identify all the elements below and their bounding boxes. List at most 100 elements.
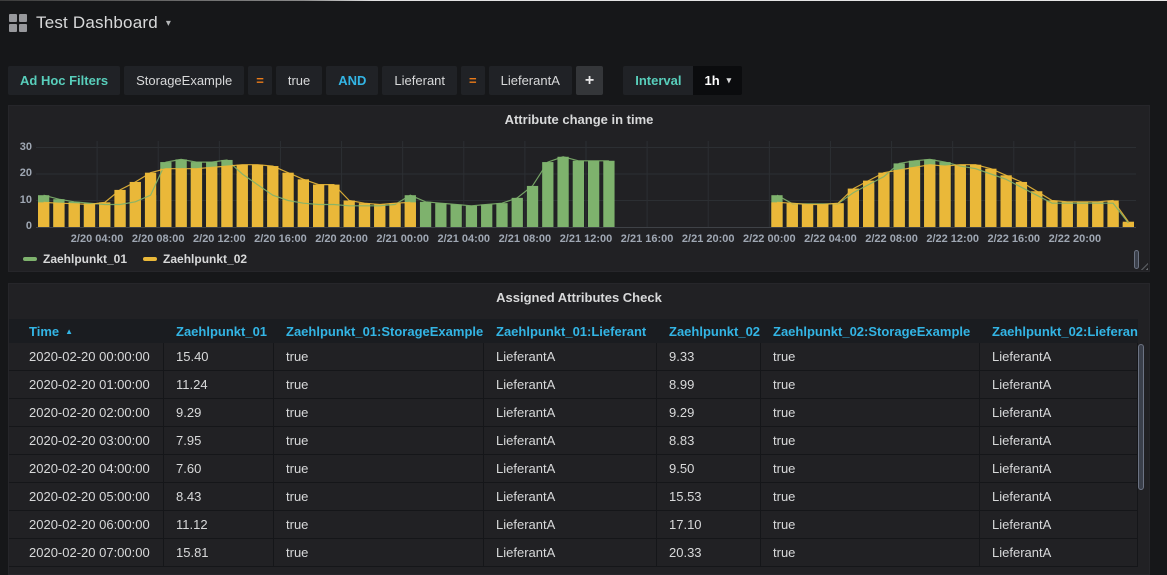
table-cell: true — [761, 371, 980, 398]
table-cell: 2020-02-20 01:00:00 — [9, 371, 164, 398]
table-cell: true — [761, 427, 980, 454]
table-cell: 8.99 — [657, 371, 761, 398]
table-cell: LieferantA — [980, 343, 1138, 370]
table-row: 2020-02-20 04:00:007.60trueLieferantA9.5… — [9, 455, 1138, 483]
table-cell: LieferantA — [980, 399, 1138, 426]
table-cell: LieferantA — [484, 483, 657, 510]
table-cell: 8.43 — [164, 483, 274, 510]
table-cell: LieferantA — [484, 427, 657, 454]
table-cell: 7.95 — [164, 427, 274, 454]
table-header-cell[interactable]: Zaehlpunkt_02:Lieferant — [980, 319, 1138, 343]
table-header-cell[interactable]: Zaehlpunkt_02 — [657, 319, 761, 343]
table-cell: true — [761, 343, 980, 370]
table-header-cell[interactable]: Zaehlpunkt_01:Lieferant — [484, 319, 657, 343]
add-filter-button[interactable]: + — [576, 66, 603, 95]
table-cell: true — [274, 399, 484, 426]
legend-label: Zaehlpunkt_02 — [163, 252, 247, 266]
table-cell: true — [761, 399, 980, 426]
filter-chip[interactable]: = — [248, 66, 272, 95]
table-cell: 2020-02-20 06:00:00 — [9, 511, 164, 538]
y-tick-label: 20 — [9, 167, 32, 179]
y-tick-label: 10 — [9, 194, 32, 206]
table-cell: true — [274, 427, 484, 454]
table-row: 2020-02-20 00:00:0015.40trueLieferantA9.… — [9, 343, 1138, 371]
y-tick-label: 30 — [9, 141, 32, 153]
column-label: Zaehlpunkt_01:Lieferant — [496, 324, 646, 339]
panel-resize-handle[interactable] — [1139, 261, 1148, 270]
chart-plot[interactable] — [36, 139, 1136, 231]
chart-panel: Attribute change in time 0102030 2/20 04… — [8, 105, 1150, 272]
table-row: 2020-02-20 02:00:009.29trueLieferantA9.2… — [9, 399, 1138, 427]
table-cell: 15.40 — [164, 343, 274, 370]
table-cell: true — [761, 511, 980, 538]
chart-panel-title[interactable]: Attribute change in time — [9, 112, 1149, 127]
table-cell: LieferantA — [980, 511, 1138, 538]
filter-row: Ad Hoc Filters StorageExample=trueANDLie… — [8, 66, 742, 95]
chart-legend: Zaehlpunkt_01 Zaehlpunkt_02 — [23, 252, 247, 266]
filter-chips: StorageExample=trueANDLieferant=Lieferan… — [124, 66, 576, 95]
table-cell: 2020-02-20 05:00:00 — [9, 483, 164, 510]
table-cell: true — [761, 483, 980, 510]
table-cell: 2020-02-20 07:00:00 — [9, 539, 164, 566]
table-row: 2020-02-20 06:00:0011.12trueLieferantA17… — [9, 511, 1138, 539]
table-cell: LieferantA — [980, 539, 1138, 566]
filter-chip[interactable]: Lieferant — [382, 66, 457, 95]
table-cell: true — [761, 539, 980, 566]
table-cell: 8.83 — [657, 427, 761, 454]
table-panel: Assigned Attributes Check Time▲ Zaehlpunk… — [8, 283, 1150, 575]
column-label: Zaehlpunkt_02:StorageExample — [773, 324, 970, 339]
table-header-cell[interactable]: Zaehlpunkt_01:StorageExample — [274, 319, 484, 343]
table-cell: LieferantA — [484, 371, 657, 398]
filter-chip[interactable]: LieferantA — [489, 66, 572, 95]
column-label: Time — [29, 324, 59, 339]
column-label: Zaehlpunkt_01 — [176, 324, 267, 339]
x-tick-label: 2/22 20:00 — [1033, 233, 1117, 245]
table-cell: 9.50 — [657, 455, 761, 482]
table-cell: true — [274, 455, 484, 482]
table-cell: true — [761, 455, 980, 482]
table-cell: 9.33 — [657, 343, 761, 370]
table-scrollbar[interactable] — [1138, 344, 1144, 490]
filter-chip[interactable]: = — [461, 66, 485, 95]
table-cell: 11.12 — [164, 511, 274, 538]
legend-color-dash — [143, 257, 157, 261]
dashboard-title[interactable]: Test Dashboard — [36, 13, 158, 33]
table-cell: LieferantA — [484, 539, 657, 566]
table-cell: 15.81 — [164, 539, 274, 566]
table-body: 2020-02-20 00:00:0015.40trueLieferantA9.… — [9, 343, 1138, 567]
table-cell: 9.29 — [164, 399, 274, 426]
legend-item[interactable]: Zaehlpunkt_02 — [143, 252, 247, 266]
interval-select[interactable]: 1h ▾ — [693, 66, 742, 95]
column-label: Zaehlpunkt_01:StorageExample — [286, 324, 483, 339]
table-header-cell[interactable]: Zaehlpunkt_02:StorageExample — [761, 319, 980, 343]
table-cell: LieferantA — [484, 511, 657, 538]
table-header-cell[interactable]: Time▲ — [9, 319, 164, 343]
table-cell: 15.53 — [657, 483, 761, 510]
table-cell: 2020-02-20 03:00:00 — [9, 427, 164, 454]
apps-grid-icon[interactable] — [9, 14, 27, 32]
table-cell: 20.33 — [657, 539, 761, 566]
y-tick-label: 0 — [9, 220, 32, 232]
table-cell: true — [274, 371, 484, 398]
attributes-table: Time▲ Zaehlpunkt_01 Zaehlpunkt_01:StorageE… — [9, 319, 1138, 567]
filter-chip[interactable]: StorageExample — [124, 66, 244, 95]
filter-chip[interactable]: true — [276, 66, 322, 95]
table-cell: true — [274, 511, 484, 538]
legend-item[interactable]: Zaehlpunkt_01 — [23, 252, 127, 266]
table-cell: 2020-02-20 00:00:00 — [9, 343, 164, 370]
filter-chip[interactable]: AND — [326, 66, 378, 95]
table-cell: 9.29 — [657, 399, 761, 426]
table-cell: 7.60 — [164, 455, 274, 482]
table-cell: true — [274, 483, 484, 510]
chevron-down-icon[interactable]: ▾ — [166, 18, 171, 29]
table-cell: LieferantA — [980, 483, 1138, 510]
table-panel-title[interactable]: Assigned Attributes Check — [9, 290, 1149, 305]
table-cell: true — [274, 343, 484, 370]
table-header-cell[interactable]: Zaehlpunkt_01 — [164, 319, 274, 343]
table-header-row: Time▲ Zaehlpunkt_01 Zaehlpunkt_01:StorageE… — [9, 319, 1138, 343]
table-cell: LieferantA — [484, 399, 657, 426]
interval-label: Interval — [623, 66, 693, 95]
table-row: 2020-02-20 01:00:0011.24trueLieferantA8.… — [9, 371, 1138, 399]
interval-group: Interval 1h ▾ — [623, 66, 742, 95]
table-cell: LieferantA — [980, 427, 1138, 454]
